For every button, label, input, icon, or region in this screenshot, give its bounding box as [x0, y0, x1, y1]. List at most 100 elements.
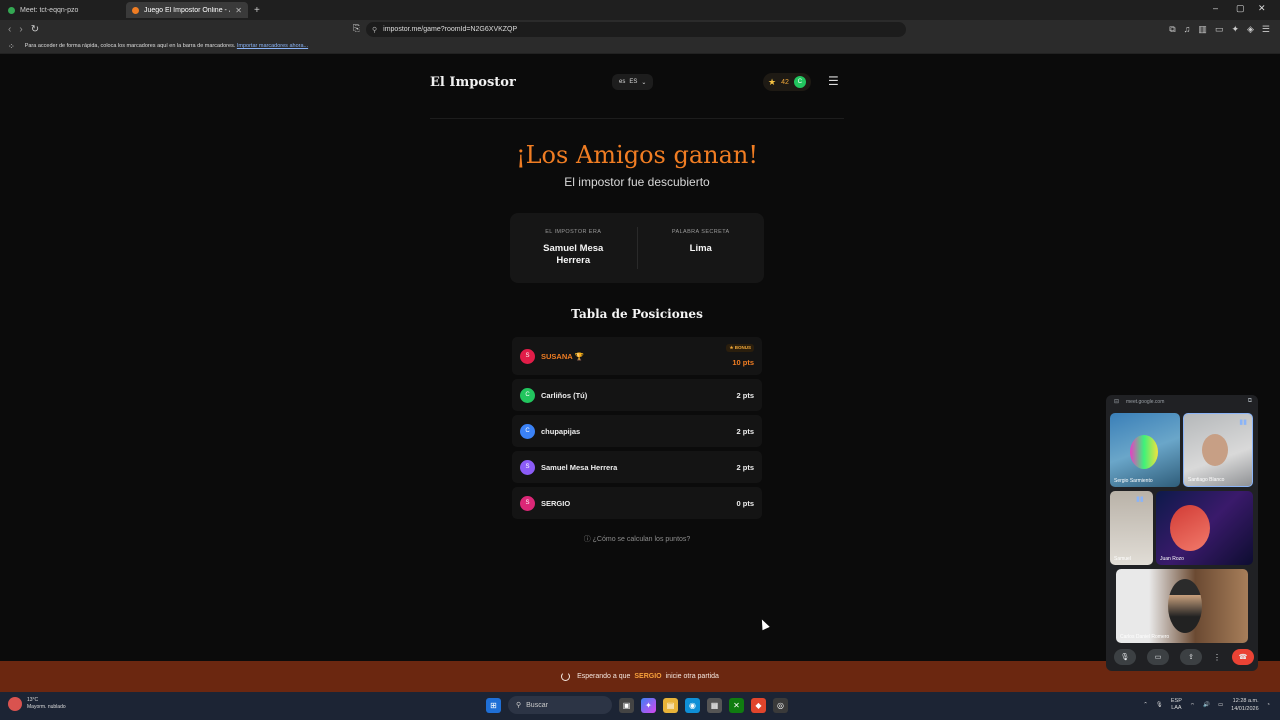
search-placeholder: Buscar	[526, 701, 548, 709]
player-points: 2 pts	[736, 462, 754, 472]
points-badge[interactable]: ★ 42 C	[763, 73, 811, 91]
temperature: 13°C	[27, 697, 39, 703]
task-view-icon[interactable]: ▣	[619, 697, 634, 713]
battery-icon[interactable]: ▭	[1218, 702, 1223, 708]
input-language[interactable]: ESP LAA	[1171, 698, 1182, 712]
waiting-suffix: inicie otra partida	[665, 673, 719, 680]
xbox-icon[interactable]: ✕	[729, 697, 744, 713]
ranking-row: C chupapijas 2 pts	[512, 415, 762, 447]
taskbar-apps: ⊞ ⚲ Buscar ▣ ✦ ▤ ◉ ▦ ✕ ◆ ◎	[486, 696, 788, 714]
bookmark-icon[interactable]: ⎘	[353, 23, 360, 34]
close-tab-icon[interactable]: ✕	[235, 6, 242, 15]
apps-grid-icon[interactable]: ⁘	[8, 42, 15, 51]
store-icon[interactable]: ▦	[707, 697, 722, 713]
network-icon[interactable]: ⌔	[1190, 702, 1195, 709]
file-explorer-icon[interactable]: ▤	[663, 697, 678, 713]
maximize-icon[interactable]: ▢	[1236, 3, 1245, 14]
chrome-icon[interactable]: ◎	[773, 697, 788, 713]
waiting-banner: Esperando a que SERGIO inicie otra parti…	[0, 661, 1280, 692]
hamburger-menu-icon[interactable]: ☰	[828, 74, 839, 88]
microphone-icon[interactable]: 🎙	[1114, 649, 1136, 665]
participant-tile[interactable]: ▮▮ Samuel	[1110, 491, 1153, 565]
tab-impostor[interactable]: Juego El Impostor Online - Juga ✕	[126, 2, 248, 18]
bookmark-bar: ⁘ Para acceder de forma rápida, coloca l…	[0, 39, 1280, 54]
clock[interactable]: 12:28 a.m. 14/01/2026	[1231, 697, 1259, 713]
microphone-tray-icon[interactable]: 🎙	[1156, 702, 1163, 708]
site-info-icon[interactable]: ⚲	[372, 26, 377, 34]
browser-menu-icon[interactable]: ☰	[1262, 24, 1270, 35]
back-icon[interactable]: ‹	[8, 24, 11, 35]
participant-tile[interactable]: Sergio Sarmiento	[1110, 413, 1180, 487]
taskbar-search[interactable]: ⚲ Buscar	[508, 696, 612, 714]
weather-icon	[8, 697, 22, 711]
impostor-label: EL IMPOSTOR ERA	[545, 229, 602, 235]
camera-icon[interactable]: ▭	[1147, 649, 1169, 665]
participant-video	[1130, 435, 1158, 469]
ranking-row: S SUSANA 🏆 ★ BONUS 10 pts	[512, 337, 762, 375]
bookmark-hint: Para acceder de forma rápida, coloca los…	[24, 43, 236, 49]
ranking-row: C Carliños (Tú) 2 pts	[512, 379, 762, 411]
music-icon[interactable]: ♫	[1184, 24, 1191, 35]
participant-tile[interactable]: Carlos Daniel Romero	[1116, 569, 1248, 643]
impostor-favicon-icon	[132, 6, 139, 14]
forward-icon[interactable]: ›	[19, 24, 22, 35]
brave-icon[interactable]: ◆	[751, 697, 766, 713]
notifications-icon[interactable]: ◔	[1267, 702, 1270, 708]
participant-video	[1168, 579, 1202, 633]
edge-icon[interactable]: ◉	[685, 697, 700, 713]
player-avatar: S	[520, 495, 535, 511]
present-screen-icon[interactable]: ⇪	[1180, 649, 1202, 665]
tab-title: Juego El Impostor Online - Juga	[144, 6, 230, 14]
reload-icon[interactable]: ↻	[31, 24, 39, 35]
windows-start-icon[interactable]: ⊞	[486, 697, 501, 713]
tab-meet[interactable]: Meet: tct-eqqn-pzo	[2, 2, 124, 18]
tab-title: Meet: tct-eqqn-pzo	[20, 6, 79, 14]
language-code: ES	[629, 79, 638, 85]
points-info-text: ¿Cómo se calculan los puntos?	[592, 536, 691, 543]
url-field[interactable]: ⚲ impostor.me/game?roomId=N2G6XVKZQP	[366, 22, 906, 37]
copilot-icon[interactable]: ✦	[641, 697, 656, 713]
points-info-link[interactable]: ⓘ ¿Cómo se calculan los puntos?	[512, 534, 762, 544]
star-icon: ★	[768, 76, 777, 87]
volume-icon[interactable]: 🔊	[1203, 702, 1210, 708]
participant-tile[interactable]: Juan Rozo	[1156, 491, 1253, 565]
chevron-up-icon[interactable]: ⌃	[1143, 702, 1148, 708]
speaking-indicator-icon: ▮▮	[1136, 496, 1144, 503]
secret-word-reveal: PALABRA SECRETA Lima	[638, 213, 765, 283]
meet-pip-window[interactable]: ⊟ meet.google.com ⧉ Sergio Sarmiento ▮▮ …	[1106, 395, 1258, 671]
participant-video	[1202, 434, 1228, 466]
more-options-icon[interactable]: ⋮	[1213, 653, 1221, 662]
mouse-cursor-icon	[758, 617, 770, 631]
leo-icon[interactable]: ✦	[1231, 24, 1239, 35]
end-call-icon[interactable]: ☎	[1232, 649, 1254, 665]
participant-tile[interactable]: ▮▮ Santiago Blanco	[1183, 413, 1253, 487]
ranking-list: S SUSANA 🏆 ★ BONUS 10 pts C Carliños (Tú…	[512, 337, 762, 523]
exit-pip-icon[interactable]: ⧉	[1248, 398, 1252, 405]
address-toolbar: ‹ › ↻ ⎘ ⚲ impostor.me/game?roomId=N2G6XV…	[0, 20, 1280, 39]
player-name: Samuel Mesa Herrera	[541, 462, 618, 472]
participant-video	[1170, 505, 1210, 551]
header-divider	[430, 118, 844, 119]
new-tab-button[interactable]: +	[254, 5, 260, 16]
minimize-icon[interactable]: –	[1213, 3, 1218, 13]
close-window-icon[interactable]: ✕	[1258, 3, 1266, 14]
user-avatar[interactable]: C	[793, 76, 806, 88]
weather-widget[interactable]: 13°C Mayorm. nublado	[8, 697, 66, 711]
language-selector[interactable]: es ES ⌄	[612, 74, 654, 90]
toolbar-icons: ⧉ ♫ ▥ ▭ ✦ ◈ ☰	[1169, 24, 1270, 35]
app-logo[interactable]: El Impostor	[430, 75, 516, 90]
points-count: 42	[781, 78, 789, 86]
bonus-badge: ★ BONUS	[726, 344, 754, 352]
shield-icon[interactable]: ◈	[1247, 24, 1254, 35]
participant-name: Sergio Sarmiento	[1114, 478, 1153, 484]
import-bookmarks-link[interactable]: Importar marcadores ahora...	[237, 43, 308, 49]
wallet-icon[interactable]: ▭	[1215, 24, 1224, 35]
browser-tab-strip: Meet: tct-eqqn-pzo Juego El Impostor Onl…	[0, 0, 1280, 20]
player-name: chupapijas	[541, 426, 581, 436]
sidebar-icon[interactable]: ▥	[1198, 24, 1207, 35]
os-taskbar: 13°C Mayorm. nublado ⊞ ⚲ Buscar ▣ ✦ ▤ ◉ …	[0, 692, 1280, 720]
extension-icon[interactable]: ⧉	[1169, 24, 1175, 35]
app-header: El Impostor es ES ⌄ ★ 42 C ☰	[430, 73, 844, 95]
player-name: SERGIO	[541, 498, 571, 508]
player-avatar: S	[520, 348, 535, 364]
